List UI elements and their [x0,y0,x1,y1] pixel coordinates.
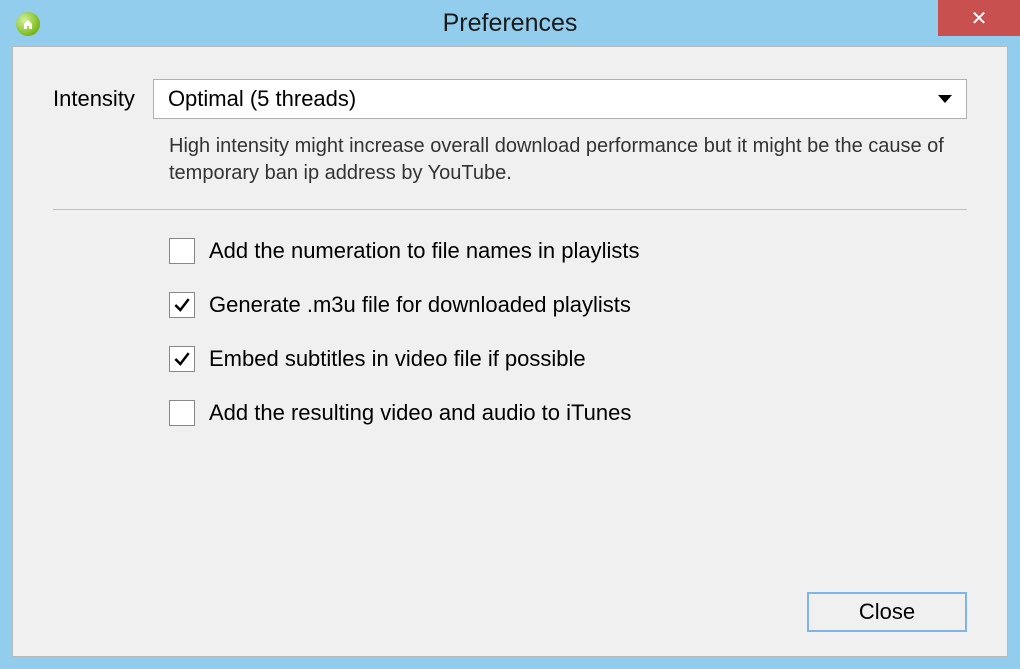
intensity-selected-value: Optimal (5 threads) [168,86,356,112]
option-subtitles: Embed subtitles in video file if possibl… [169,346,967,372]
intensity-dropdown[interactable]: Optimal (5 threads) [153,79,967,119]
close-button-label: Close [859,599,915,625]
checkbox-subtitles[interactable] [169,346,195,372]
window-title: Preferences [443,9,578,38]
option-itunes: Add the resulting video and audio to iTu… [169,400,967,426]
intensity-row: Intensity Optimal (5 threads) [53,79,967,119]
checkbox-label: Add the numeration to file names in play… [209,238,639,264]
checkbox-label: Generate .m3u file for downloaded playli… [209,292,631,318]
option-m3u: Generate .m3u file for downloaded playli… [169,292,967,318]
footer: Close [53,592,967,632]
checkbox-label: Embed subtitles in video file if possibl… [209,346,586,372]
window-close-button[interactable]: ✕ [938,0,1020,36]
preferences-window: Preferences ✕ Intensity Optimal (5 threa… [0,0,1020,669]
close-icon: ✕ [971,6,988,31]
app-icon [16,12,40,36]
option-numeration: Add the numeration to file names in play… [169,238,967,264]
checkbox-m3u[interactable] [169,292,195,318]
checkbox-itunes[interactable] [169,400,195,426]
divider [53,209,967,210]
titlebar: Preferences ✕ [0,0,1020,46]
chevron-down-icon [938,95,952,103]
close-button[interactable]: Close [807,592,967,632]
checkbox-numeration[interactable] [169,238,195,264]
intensity-hint: High intensity might increase overall do… [169,133,963,187]
client-area: Intensity Optimal (5 threads) High inten… [12,46,1008,657]
intensity-label: Intensity [53,86,135,112]
checkbox-label: Add the resulting video and audio to iTu… [209,400,631,426]
